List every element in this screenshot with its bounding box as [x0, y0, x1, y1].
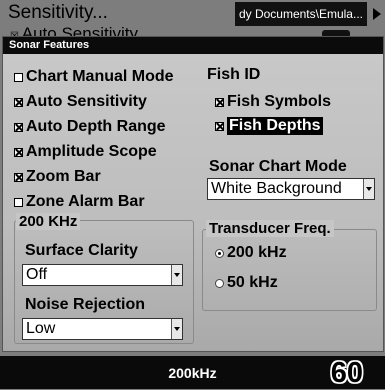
depth-readout: 60: [330, 357, 363, 389]
checkbox-icon: [14, 72, 23, 82]
radio-icon: [215, 278, 224, 288]
transducer-freq-group: [202, 229, 377, 311]
zone-alarm-bar-checkbox[interactable]: Zone Alarm Bar: [14, 193, 145, 211]
radio-selected-icon: [215, 248, 224, 258]
transducer-200khz-radio[interactable]: 200 kHz: [215, 244, 287, 262]
checkbox-label: Fish Symbols: [227, 93, 332, 110]
frequency-readout: 200kHz: [168, 365, 217, 381]
dropdown-arrow-icon[interactable]: [363, 179, 374, 199]
checkbox-checked-icon: [14, 147, 23, 157]
auto-depth-range-checkbox[interactable]: Auto Depth Range: [14, 118, 166, 136]
background-menu-item-2: ☒ Auto Sensitivity: [10, 24, 138, 36]
radio-label: 200 kHz: [227, 244, 287, 261]
checkbox-label: Auto Depth Range: [26, 118, 166, 135]
select-value: Low: [26, 320, 56, 337]
fish-symbols-checkbox[interactable]: Fish Symbols: [215, 93, 331, 111]
auto-sensitivity-checkbox[interactable]: Auto Sensitivity: [14, 93, 147, 111]
background-menu-item-2-label: Auto Sensitivity: [21, 24, 138, 36]
checkbox-label: Zone Alarm Bar: [26, 193, 145, 210]
select-value: Off: [26, 266, 48, 283]
checkbox-label: Zoom Bar: [26, 168, 101, 185]
sonar-features-dialog: Sonar Features Chart Manual Mode Auto Se…: [2, 36, 384, 352]
checkbox-label: Amplitude Scope: [26, 143, 157, 160]
chart-manual-mode-checkbox[interactable]: Chart Manual Mode: [14, 68, 174, 86]
checkbox-label-focused: Fish Depths: [227, 117, 323, 135]
surface-clarity-select[interactable]: Off: [22, 264, 183, 286]
radio-label: 50 kHz: [227, 274, 278, 291]
checkbox-label: Chart Manual Mode: [26, 68, 174, 85]
status-bar: 200kHz 60: [0, 356, 385, 389]
zoom-bar-checkbox[interactable]: Zoom Bar: [14, 168, 101, 186]
freq-group-label: 200 KHz: [16, 213, 81, 230]
dialog-title: Sonar Features: [3, 37, 383, 54]
play-arrow-icon: [373, 8, 381, 20]
sonar-chart-mode-heading: Sonar Chart Mode: [209, 158, 347, 175]
select-value: White Background: [211, 180, 342, 197]
transducer-50khz-radio[interactable]: 50 kHz: [215, 274, 278, 292]
surface-clarity-label: Surface Clarity: [25, 242, 138, 259]
fish-depths-checkbox[interactable]: Fish Depths: [215, 117, 323, 135]
noise-rejection-select[interactable]: Low: [22, 318, 183, 340]
checkbox-checked-icon: [215, 121, 224, 131]
dropdown-arrow-icon[interactable]: [171, 319, 182, 339]
checkbox-checked-icon: [14, 172, 23, 182]
checkbox-icon: [14, 197, 23, 207]
checkbox-checked-icon: [14, 122, 23, 132]
checkbox-checked-icon: [14, 97, 23, 107]
checkbox-checked-icon: [215, 97, 224, 107]
fish-id-heading: Fish ID: [207, 66, 261, 83]
checkbox-label: Auto Sensitivity: [26, 93, 147, 110]
sonar-chart-mode-select[interactable]: White Background: [207, 178, 375, 200]
noise-rejection-label: Noise Rejection: [25, 296, 146, 313]
dropdown-arrow-icon[interactable]: [171, 265, 182, 285]
file-path-label: dy Documents\Emula...: [234, 2, 367, 26]
transducer-freq-label: Transducer Freq.: [206, 220, 334, 237]
background-menu-item: Sensitivity...: [8, 2, 108, 23]
amplitude-scope-checkbox[interactable]: Amplitude Scope: [14, 143, 157, 161]
